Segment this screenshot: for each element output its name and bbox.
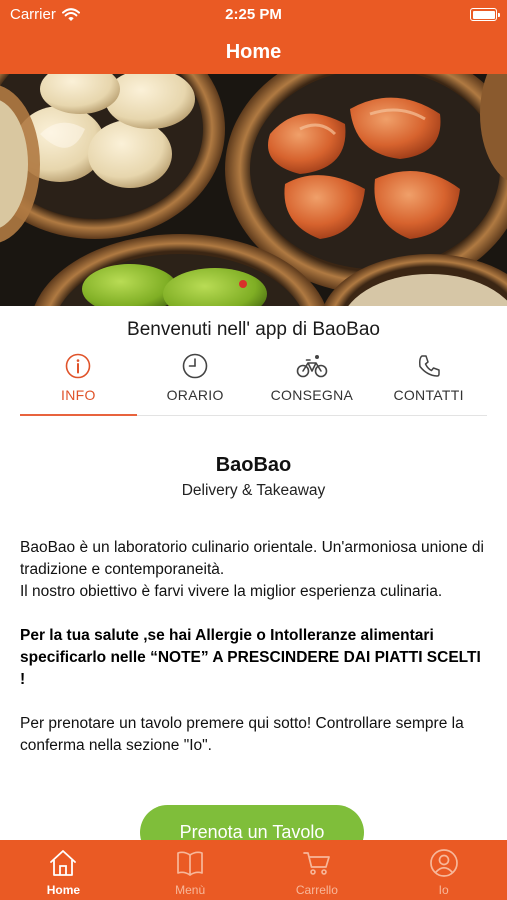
status-time: 2:25 PM: [225, 6, 282, 23]
bottom-tab-profile[interactable]: Io: [380, 840, 507, 900]
tab-info-label: INFO: [61, 387, 96, 403]
hero-image: [0, 74, 507, 306]
tab-contatti-label: CONTATTI: [393, 387, 464, 403]
cart-icon: [303, 852, 330, 875]
tab-orario-label: ORARIO: [166, 387, 224, 403]
bicycle-icon: [296, 355, 328, 378]
tab-orario[interactable]: ORARIO: [137, 350, 254, 415]
restaurant-name: BaoBao: [215, 454, 292, 476]
phone-icon: [418, 355, 440, 377]
info-tabs: INFO ORARIO CONSEGNA CONTATTI: [20, 350, 487, 416]
navigation-bar: Home: [0, 30, 507, 74]
bottom-tab-home-label: Home: [46, 883, 81, 897]
user-icon: [429, 849, 458, 877]
page-title: Home: [225, 41, 282, 63]
tab-consegna[interactable]: CONSEGNA: [254, 350, 371, 415]
tab-consegna-label: CONSEGNA: [270, 387, 354, 403]
booking-instructions: Per prenotare un tavolo premere qui sott…: [20, 715, 464, 754]
welcome-text: Benvenuti nell' app di BaoBao: [127, 319, 380, 340]
bottom-tab-menu[interactable]: Menù: [127, 840, 254, 900]
tab-info[interactable]: INFO: [20, 350, 137, 416]
description-paragraph-2: Il nostro obiettivo è farvi vivere la mi…: [20, 583, 443, 600]
restaurant-subtitle: Delivery & Takeaway: [181, 482, 326, 499]
bottom-tab-home[interactable]: Home: [0, 840, 127, 900]
home-icon: [50, 850, 77, 876]
battery-icon: [470, 8, 500, 21]
description: BaoBao è un laboratorio culinario orient…: [20, 537, 487, 603]
allergy-notice: Per la tua salute ,se hai Allergie o Int…: [20, 627, 481, 688]
status-bar: Carrier 2:25 PM: [0, 0, 507, 30]
info-icon: [66, 353, 91, 379]
bottom-tab-cart[interactable]: Carrello: [254, 840, 381, 900]
bottom-tab-menu-label: Menù: [175, 883, 206, 897]
tab-contatti[interactable]: CONTATTI: [370, 350, 487, 415]
bottom-tab-bar: Home Menù Carrello Io: [0, 840, 507, 900]
book-icon: [177, 851, 203, 876]
bottom-tab-cart-label: Carrello: [295, 883, 338, 897]
bottom-tab-profile-label: Io: [438, 883, 449, 897]
dumplings-photo: [0, 74, 507, 306]
info-content: BaoBao Delivery & Takeaway BaoBao è un l…: [20, 416, 487, 757]
description-paragraph-1: BaoBao è un laboratorio culinario orient…: [20, 539, 484, 578]
clock-icon: [182, 353, 208, 379]
